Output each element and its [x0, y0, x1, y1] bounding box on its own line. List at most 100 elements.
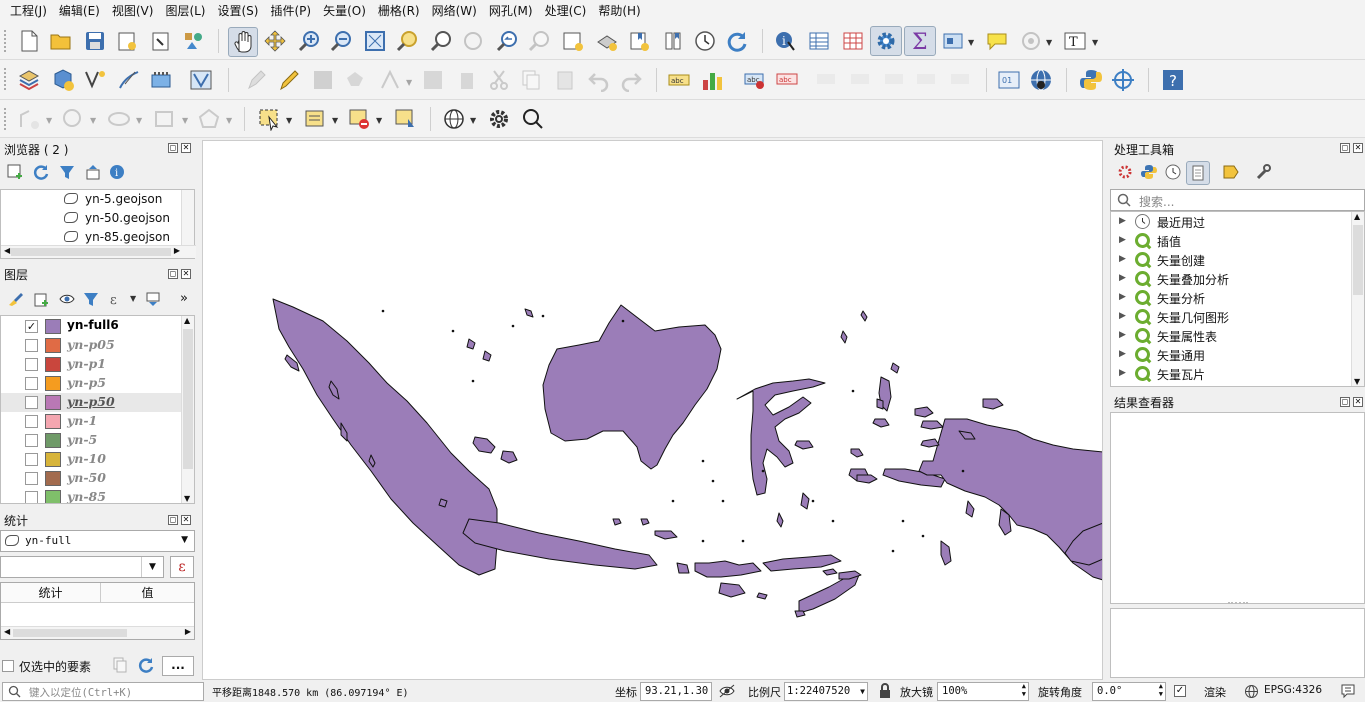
show-bookmarks-icon[interactable] — [660, 28, 686, 54]
zoom-out-icon[interactable] — [328, 28, 354, 54]
toolbox-group[interactable]: ▶ 矢量几何图形 — [1111, 307, 1351, 326]
select-by-value-icon[interactable] — [302, 106, 328, 132]
statistics-hscrollbar[interactable]: ◀ ▶ — [1, 626, 194, 639]
layer-row-selected[interactable]: yn-p50 — [1, 393, 181, 412]
layer-row[interactable]: yn-5 — [1, 431, 181, 450]
zoom-native-icon[interactable] — [460, 28, 486, 54]
add-ellipse-icon[interactable] — [106, 106, 132, 132]
menu-web[interactable]: 网络(W) — [426, 0, 483, 22]
menu-project[interactable]: 工程(J) — [4, 0, 53, 22]
modify-attributes-icon[interactable] — [420, 67, 446, 93]
layer-visibility-checkbox[interactable] — [25, 358, 38, 371]
magnifier-spinbox[interactable]: 100% ▲ ▼ — [937, 682, 1029, 701]
selected-only-checkbox[interactable] — [2, 660, 14, 672]
toolbox-layout-icon[interactable] — [940, 28, 966, 54]
select-features-icon[interactable] — [256, 106, 282, 132]
filter-legend-icon[interactable] — [80, 288, 102, 310]
properties-info-icon[interactable]: i — [106, 161, 128, 183]
layers-vscrollbar[interactable]: ▲ ▼ — [181, 316, 194, 503]
identify-features-icon[interactable]: i — [772, 28, 798, 54]
layer-visibility-checkbox[interactable]: ✓ — [25, 320, 38, 333]
statistical-summary-icon[interactable]: Σ — [904, 26, 936, 56]
new-geopackage-layer-icon[interactable] — [50, 67, 76, 93]
menu-help[interactable]: 帮助(H) — [592, 0, 646, 22]
new-print-layout-icon[interactable] — [114, 28, 140, 54]
pin-labels-icon[interactable]: abc — [742, 67, 768, 93]
new-virtual-layer-icon[interactable] — [188, 67, 214, 93]
copy-features-icon[interactable] — [518, 67, 544, 93]
settings-gear-icon[interactable] — [486, 106, 512, 132]
add-group-icon[interactable] — [30, 288, 52, 310]
statistics-layer-select[interactable]: yn-full ▼ — [0, 530, 195, 552]
float-panel-icon[interactable]: ◻ — [168, 515, 178, 525]
layer-row[interactable]: yn-p1 — [1, 355, 181, 374]
diagram-tool-icon[interactable] — [700, 67, 726, 93]
vertex-tool-icon[interactable] — [378, 67, 404, 93]
layer-visibility-checkbox[interactable] — [25, 396, 38, 409]
toolbox-vscrollbar[interactable]: ▲ ▼ — [1351, 212, 1364, 386]
splitter-handle[interactable] — [1228, 602, 1248, 604]
new-3d-map-icon[interactable] — [594, 28, 620, 54]
spatial-bookmark-icon[interactable] — [626, 28, 652, 54]
locator-globe-icon[interactable] — [442, 106, 468, 132]
show-hide-labels-icon[interactable]: abc — [774, 67, 800, 93]
layer-row[interactable]: yn-1 — [1, 412, 181, 431]
rotation-spinbox[interactable]: 0.0° ▲ ▼ — [1092, 682, 1166, 701]
model-designer-icon[interactable] — [1114, 161, 1136, 183]
layer-visibility-checkbox[interactable] — [25, 491, 38, 503]
column-header-statistic[interactable]: 统计 — [1, 583, 101, 603]
expand-all-icon[interactable] — [142, 288, 164, 310]
toolbox-group[interactable]: ▶ 矢量创建 — [1111, 250, 1351, 269]
data-source-manager-icon[interactable] — [16, 67, 42, 93]
menu-plugins[interactable]: 插件(P) — [264, 0, 317, 22]
new-project-icon[interactable] — [16, 28, 42, 54]
refresh-statistics-icon[interactable] — [138, 657, 154, 676]
map-canvas[interactable] — [202, 140, 1103, 680]
move-label-icon[interactable] — [814, 67, 840, 93]
layer-row[interactable]: yn-50 — [1, 469, 181, 488]
layer-row[interactable]: ✓ yn-full6 — [1, 317, 181, 336]
more-tools-icon[interactable]: » — [180, 291, 188, 306]
layer-visibility-checkbox[interactable] — [25, 434, 38, 447]
zoom-last-icon[interactable] — [494, 28, 520, 54]
results-viewer-icon[interactable] — [1186, 161, 1210, 185]
history-icon[interactable] — [1162, 161, 1184, 183]
python-console-icon[interactable] — [1078, 67, 1104, 93]
layer-visibility-checkbox[interactable] — [25, 377, 38, 390]
menu-settings[interactable]: 设置(S) — [212, 0, 265, 22]
undo-icon[interactable] — [586, 67, 612, 93]
crs-globe-icon[interactable] — [1244, 684, 1259, 702]
add-circle-icon[interactable] — [60, 106, 86, 132]
expression-icon[interactable]: ε — [170, 556, 194, 578]
zoom-to-selection-icon[interactable] — [394, 28, 420, 54]
toolbox-group[interactable]: ▶ 矢量通用 — [1111, 345, 1351, 364]
float-panel-icon[interactable]: ◻ — [1340, 143, 1350, 153]
toggle-editing-icon[interactable] — [276, 67, 302, 93]
close-panel-icon[interactable]: ✕ — [1353, 143, 1363, 153]
menu-processing[interactable]: 处理(C) — [539, 0, 593, 22]
zoom-to-layer-icon[interactable] — [428, 28, 454, 54]
new-temporary-layer-icon[interactable] — [148, 67, 174, 93]
map-tips-icon[interactable] — [984, 28, 1010, 54]
filter-browser-icon[interactable] — [56, 161, 78, 183]
rotate-label-icon[interactable] — [848, 67, 874, 93]
zoom-next-icon[interactable] — [526, 28, 552, 54]
select-by-location-icon[interactable] — [392, 106, 418, 132]
metasearch-icon[interactable]: 01 — [996, 67, 1022, 93]
digitize-vertex-icon[interactable] — [82, 67, 108, 93]
zoom-full-icon[interactable] — [362, 28, 388, 54]
zoom-in-icon[interactable] — [296, 28, 322, 54]
text-annotation-icon[interactable]: T — [1062, 28, 1088, 54]
close-panel-icon[interactable]: ✕ — [181, 143, 191, 153]
digitize-line-icon[interactable] — [16, 106, 42, 132]
layer-row[interactable]: yn-85 — [1, 488, 181, 503]
coordinate-field[interactable]: 93.21,1.30 — [640, 682, 712, 701]
label-tool-icon[interactable]: abc — [666, 67, 692, 93]
toolbox-group[interactable]: ▶ 矢量属性表 — [1111, 326, 1351, 345]
toolbox-group[interactable]: ▶ 矢量分析 — [1111, 288, 1351, 307]
toolbox-search-input[interactable]: 搜索... — [1110, 189, 1365, 211]
close-panel-icon[interactable]: ✕ — [181, 269, 191, 279]
column-header-value[interactable]: 值 — [101, 583, 194, 603]
layer-row[interactable]: yn-p5 — [1, 374, 181, 393]
menu-raster[interactable]: 栅格(R) — [372, 0, 426, 22]
